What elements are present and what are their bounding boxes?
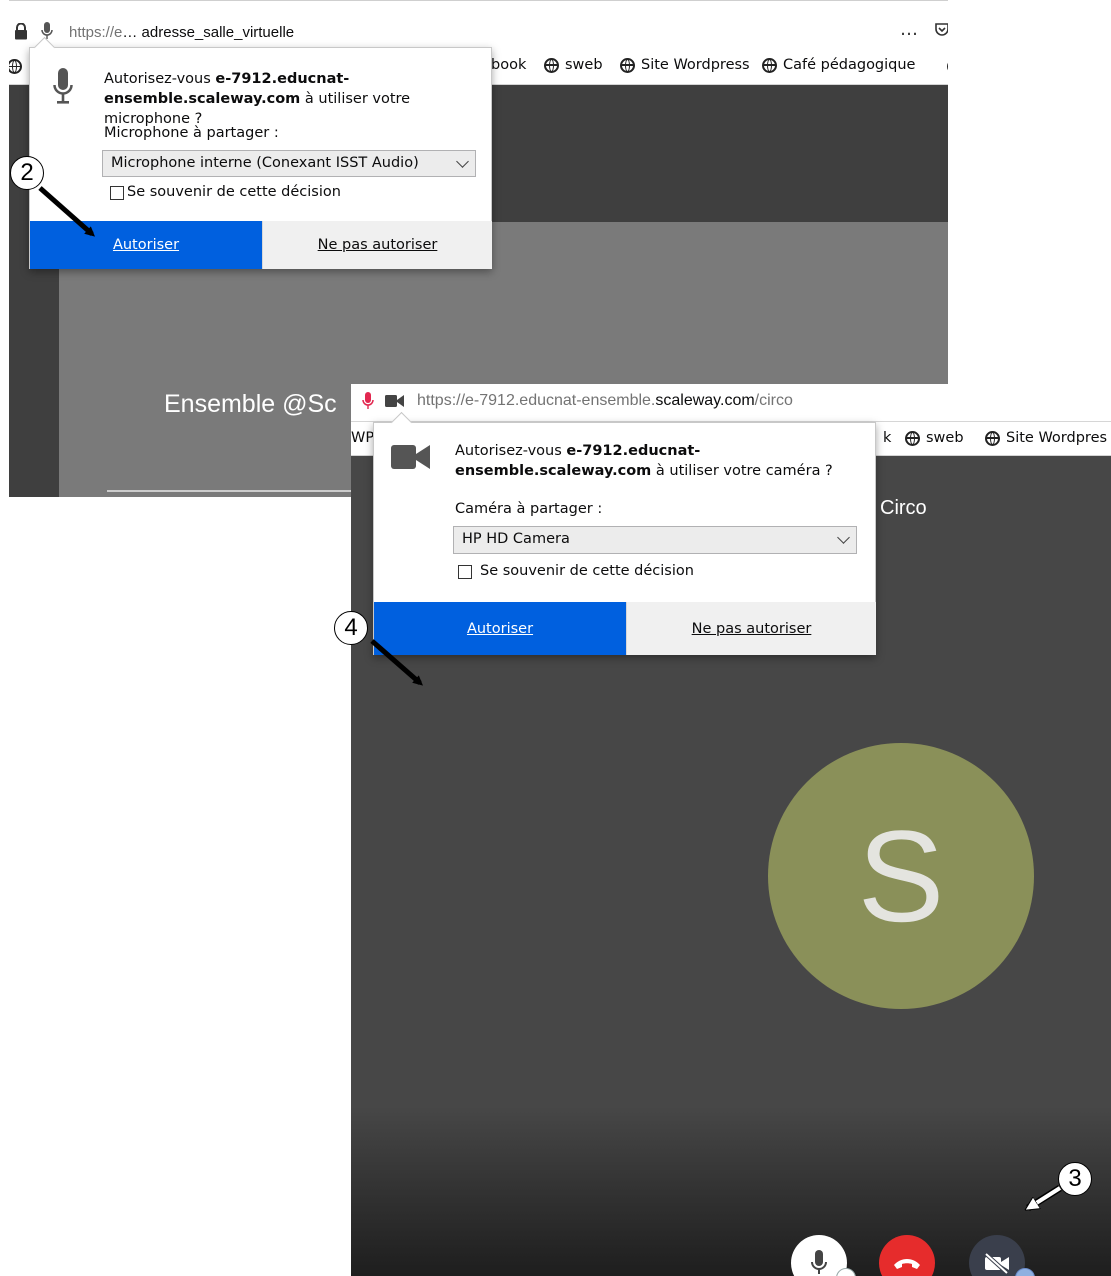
page-actions-menu-icon[interactable]: …: [900, 19, 918, 40]
url-text[interactable]: https://e-7912.educnat-ensemble.scaleway…: [417, 392, 793, 410]
camera-permission-icon[interactable]: [385, 394, 405, 408]
microphone-icon: [53, 68, 73, 104]
step-marker-4: 4: [334, 611, 368, 645]
camera-toggle-button[interactable]: [969, 1235, 1025, 1276]
globe-icon: [620, 57, 635, 73]
bookmark-site-wordpress[interactable]: Site Wordpres: [985, 430, 1107, 446]
bookmark-site-wordpress[interactable]: Site Wordpress: [620, 57, 750, 73]
camera-options-chevron[interactable]: [1015, 1268, 1035, 1276]
screenshot-camera: https://e-7912.educnat-ensemble.scaleway…: [351, 384, 1111, 1276]
url-text[interactable]: https://e… adresse_salle_virtuelle: [69, 24, 294, 41]
bookmark-sweb[interactable]: sweb: [544, 57, 603, 73]
pocket-icon[interactable]: [934, 22, 948, 38]
microphone-active-icon[interactable]: [362, 392, 374, 410]
camera-off-icon: [984, 1252, 1009, 1274]
camera-select[interactable]: HP HD Camera: [453, 526, 857, 554]
lock-icon: [15, 23, 27, 40]
globe-icon: [9, 59, 22, 74]
hangup-icon: [894, 1259, 920, 1269]
bookmark-facebook[interactable]: k: [883, 430, 891, 446]
address-bar[interactable]: https://e-7912.educnat-ensemble.scaleway…: [351, 384, 1111, 422]
avatar-initial: S: [857, 803, 945, 949]
microphone-permission-dialog: Autorisez-vous e-7912.educnat-ensemble.s…: [29, 36, 492, 269]
deny-button[interactable]: Ne pas autoriser: [626, 602, 876, 655]
remember-checkbox[interactable]: [110, 186, 124, 200]
globe-icon: [544, 57, 559, 73]
camera-icon: [391, 445, 430, 469]
address-bar[interactable]: https://e… adresse_salle_virtuelle …: [9, 0, 948, 48]
page-title: Ensemble @Sc: [164, 390, 337, 418]
step-marker-2: 2: [10, 156, 44, 190]
remember-checkbox[interactable]: [458, 565, 472, 579]
allow-button[interactable]: Autoriser: [374, 602, 626, 655]
globe-icon: [947, 59, 948, 74]
camera-permission-dialog: Autorisez-vous e-7912.educnat-ensemble.s…: [373, 411, 876, 655]
remember-label: Se souvenir de cette décision: [127, 184, 341, 200]
hangup-button[interactable]: [879, 1235, 935, 1276]
chevron-down-icon: [841, 1271, 851, 1276]
microphone-icon: [811, 1250, 827, 1274]
bookmark-cafe-pedagogique[interactable]: Café pédagogique: [762, 57, 915, 73]
device-label: Microphone à partager :: [104, 125, 279, 141]
step-marker-3: 3: [1058, 1162, 1092, 1196]
globe-icon: [905, 430, 920, 446]
chevron-down-icon: [456, 155, 469, 168]
microphone-options-chevron[interactable]: [836, 1268, 856, 1276]
microphone-select[interactable]: Microphone interne (Conexant ISST Audio): [102, 150, 476, 177]
remember-label: Se souvenir de cette décision: [480, 563, 694, 579]
chevron-down-icon: [1020, 1271, 1030, 1276]
globe-icon: [985, 430, 1000, 446]
bookmark-wp[interactable]: WP: [351, 430, 374, 446]
allow-button[interactable]: Autoriser: [30, 221, 262, 269]
room-name: Circo: [880, 497, 927, 519]
bookmark-sweb[interactable]: sweb: [905, 430, 964, 446]
bookmark-facebook[interactable]: book: [491, 57, 526, 73]
globe-icon: [762, 57, 777, 73]
permission-question: Autorisez-vous e-7912.educnat-ensemble.s…: [455, 443, 833, 479]
participant-avatar: S: [768, 743, 1034, 1009]
deny-button[interactable]: Ne pas autoriser: [262, 221, 492, 269]
chevron-down-icon: [837, 531, 850, 544]
permission-question: Autorisez-vous e-7912.educnat-ensemble.s…: [104, 71, 411, 127]
device-label: Caméra à partager :: [455, 501, 603, 517]
